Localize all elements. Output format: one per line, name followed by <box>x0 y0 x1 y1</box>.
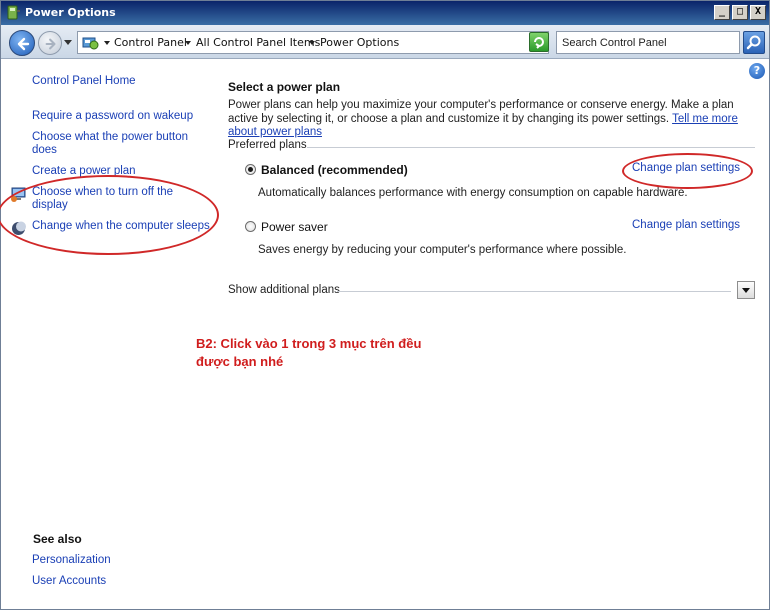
minimize-button[interactable]: _ <box>714 5 730 20</box>
title-bar: Power Options _ □ X <box>1 1 769 25</box>
breadcrumb-all-items[interactable]: All Control Panel Items <box>196 36 320 49</box>
forward-button[interactable] <box>38 31 62 55</box>
search-placeholder: Search Control Panel <box>562 37 667 49</box>
search-input[interactable]: Search Control Panel <box>556 31 740 54</box>
navigation-bar: Control Panel All Control Panel Items Po… <box>1 25 769 59</box>
user-accounts-link[interactable]: User Accounts <box>32 575 207 588</box>
annotation-note: B2: Click vào 1 trong 3 mục trên đều đượ… <box>196 335 456 371</box>
control-panel-icon <box>82 37 99 50</box>
balanced-plan-name[interactable]: Balanced (recommended) <box>261 163 408 177</box>
annotation-line-2: được bạn nhé <box>196 354 284 369</box>
breadcrumb-separator-icon[interactable] <box>104 41 110 45</box>
power-saver-plan-description: Saves energy by reducing your computer's… <box>258 244 627 256</box>
breadcrumb-separator-icon[interactable] <box>309 41 315 45</box>
balanced-plan-description: Automatically balances performance with … <box>258 187 688 199</box>
page-title: Select a power plan <box>228 80 341 94</box>
see-also-title: See also <box>33 532 82 546</box>
control-panel-home-link[interactable]: Control Panel Home <box>32 75 207 88</box>
refresh-button[interactable] <box>529 32 549 52</box>
power-options-icon <box>7 5 20 20</box>
power-saver-change-settings-link[interactable]: Change plan settings <box>632 219 740 231</box>
annotation-oval-change-settings <box>622 153 753 189</box>
balanced-plan-radio[interactable] <box>245 164 256 175</box>
search-button[interactable] <box>743 31 765 54</box>
refresh-icon <box>534 37 544 49</box>
show-additional-plans-label: Show additional plans <box>228 284 340 296</box>
maximize-button[interactable]: □ <box>732 5 748 20</box>
search-icon <box>746 35 761 50</box>
preferred-plans-divider <box>307 147 755 148</box>
additional-plans-divider <box>337 291 731 292</box>
page-description: Power plans can help you maximize your c… <box>228 99 758 140</box>
help-button[interactable]: ? <box>749 63 765 79</box>
annotation-oval-sidebar <box>0 175 219 255</box>
personalization-link[interactable]: Personalization <box>32 554 207 567</box>
power-saver-plan-name[interactable]: Power saver <box>261 220 328 234</box>
window-title: Power Options <box>25 6 116 19</box>
breadcrumb-power-options[interactable]: Power Options <box>320 36 399 49</box>
forward-arrow-icon <box>45 38 56 50</box>
recent-pages-chevron-icon[interactable] <box>64 40 72 46</box>
power-button-link[interactable]: Choose what the power button does <box>32 131 197 157</box>
require-password-link[interactable]: Require a password on wakeup <box>32 110 207 123</box>
address-bar[interactable]: Control Panel All Control Panel Items Po… <box>77 31 549 54</box>
description-text: Power plans can help you maximize your c… <box>228 99 734 125</box>
power-options-window: Power Options _ □ X Control Panel All Co… <box>0 0 770 610</box>
breadcrumb-control-panel[interactable]: Control Panel <box>114 36 187 49</box>
expand-additional-plans-button[interactable] <box>737 281 755 299</box>
back-button[interactable] <box>9 30 35 56</box>
preferred-plans-label: Preferred plans <box>228 139 307 151</box>
power-saver-plan-radio[interactable] <box>245 221 256 232</box>
back-arrow-icon <box>17 37 30 51</box>
annotation-line-1: B2: Click vào 1 trong 3 mục trên đều <box>196 336 422 351</box>
close-button[interactable]: X <box>750 5 766 20</box>
breadcrumb-separator-icon[interactable] <box>185 41 191 45</box>
